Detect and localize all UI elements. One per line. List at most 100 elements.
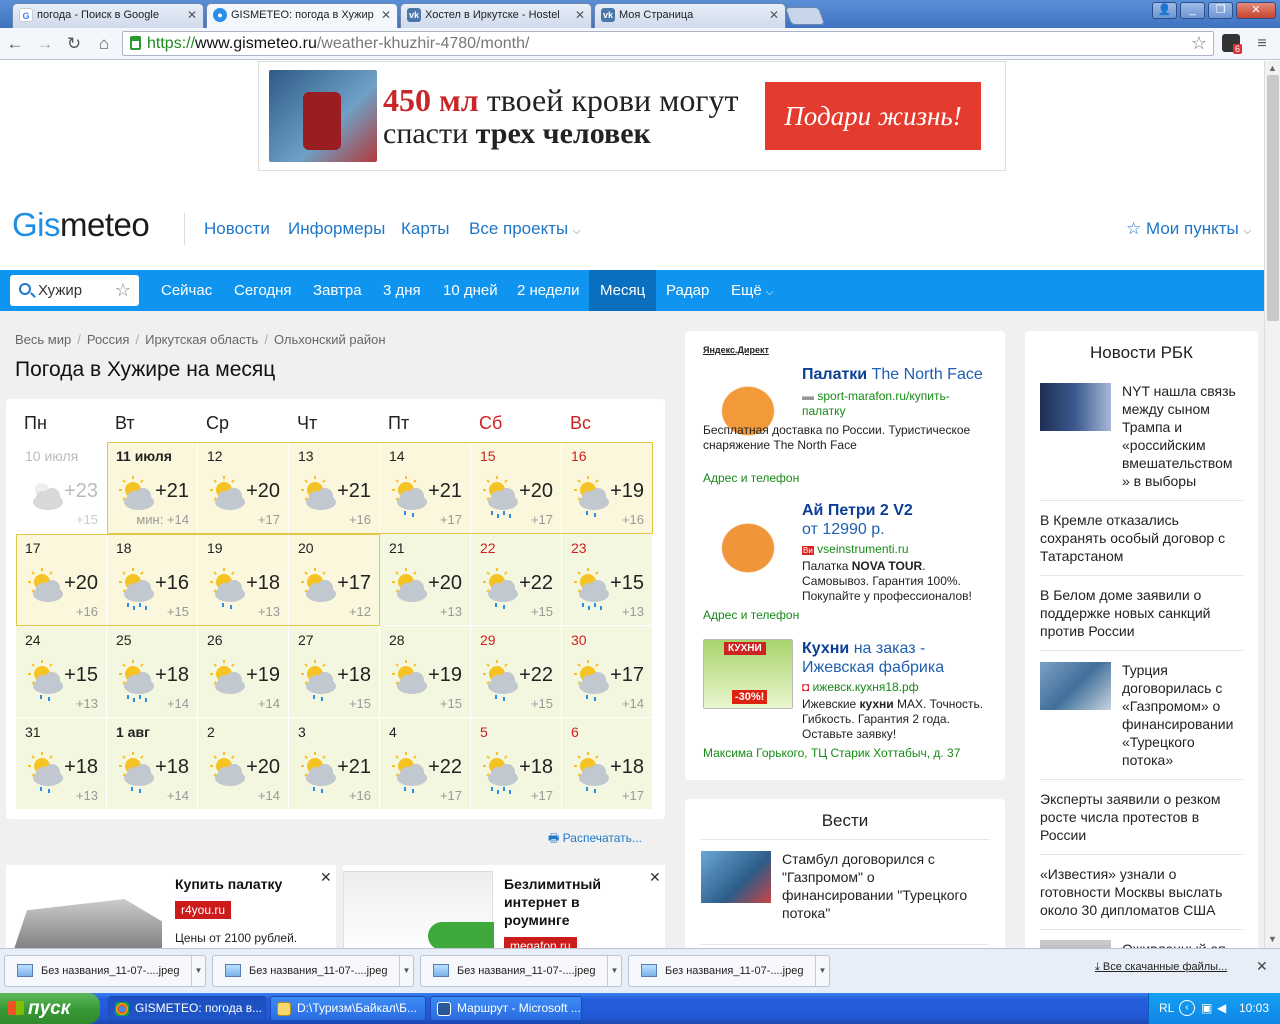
ad-megafon-url[interactable]: megafon.ru xyxy=(504,937,577,948)
ad-tent-url[interactable]: r4you.ru xyxy=(175,901,232,919)
breadcrumb-olkhon-district[interactable]: Ольхонский район xyxy=(274,332,386,347)
city-search-input[interactable]: Хужир ☆ xyxy=(10,275,139,306)
nav-2-weeks[interactable]: 2 недели xyxy=(517,270,580,311)
day-cell[interactable]: 22 +22 +15 xyxy=(471,534,562,626)
day-cell[interactable]: 1 авг +18 +14 xyxy=(107,718,198,810)
rbk-news-item[interactable]: В Белом доме заявили о поддержке новых с… xyxy=(1040,586,1245,640)
day-cell[interactable]: 10 июля +23 +15 xyxy=(16,442,107,534)
day-cell[interactable]: 17 +20 +16 xyxy=(16,534,107,626)
tab-google-search[interactable]: G погода - Поиск в Google ✕ xyxy=(12,3,204,28)
show-all-downloads-link[interactable]: ⤓ Все скачанные файлы... xyxy=(1095,961,1227,974)
close-window-button[interactable]: ✕ xyxy=(1236,2,1276,19)
day-cell[interactable]: 24 +15 +13 xyxy=(16,626,107,718)
network-icon[interactable]: ▣ xyxy=(1201,993,1212,1024)
day-cell[interactable]: 6 +18 +17 xyxy=(562,718,653,810)
nav-3-days[interactable]: 3 дня xyxy=(383,270,421,311)
new-tab-button[interactable] xyxy=(784,7,826,25)
day-cell[interactable]: 16 +19 +16 xyxy=(562,442,653,534)
topnav-news[interactable]: Новости xyxy=(204,219,270,239)
ad-megafon[interactable]: Безлимитный интернет в роуминге megafon.… xyxy=(343,865,665,948)
chevron-down-icon[interactable]: ▼ xyxy=(607,956,621,986)
rbk-news-item[interactable]: Оживленный оп... xyxy=(1122,940,1244,948)
tab-gismeteo[interactable]: ● GISMETEO: погода в Хужир ✕ xyxy=(206,3,398,28)
nav-10-days[interactable]: 10 дней xyxy=(443,270,498,311)
chevron-left-icon[interactable]: ‹ xyxy=(1179,1000,1195,1016)
rbk-news-item[interactable]: Турция договорилась с «Газпромом» о фина… xyxy=(1122,661,1244,769)
back-icon[interactable]: ← xyxy=(4,33,26,55)
reload-icon[interactable]: ↻ xyxy=(63,33,85,55)
scroll-down-icon[interactable]: ▼ xyxy=(1268,934,1277,944)
direct-ad-url[interactable]: Bи vseinstrumenti.ru xyxy=(802,542,909,556)
breadcrumb-russia[interactable]: Россия xyxy=(87,332,130,347)
clock[interactable]: 10:03 xyxy=(1239,993,1269,1024)
ad-tent-title[interactable]: Купить палатку xyxy=(175,875,282,893)
scroll-up-icon[interactable]: ▲ xyxy=(1268,63,1277,73)
bookmark-star-icon[interactable]: ☆ xyxy=(1191,32,1207,55)
volume-icon[interactable]: ◀ xyxy=(1217,993,1226,1024)
rbk-news-item[interactable]: В Кремле отказались сохранять особый дог… xyxy=(1040,511,1245,565)
download-item[interactable]: Без названия_11-07-....jpeg ▼ xyxy=(628,955,830,987)
favorite-star-icon[interactable]: ☆ xyxy=(115,275,131,306)
day-cell[interactable]: 14 +21 +17 xyxy=(380,442,471,534)
ad-banner-blood-donation[interactable]: 450 мл твоей крови могут спасти трех чел… xyxy=(258,61,1006,171)
direct-ad-address[interactable]: Максима Горького, ТЦ Старик Хоттабыч, д.… xyxy=(703,746,960,760)
download-item[interactable]: Без названия_11-07-....jpeg ▼ xyxy=(4,955,206,987)
language-indicator[interactable]: RL xyxy=(1159,993,1174,1024)
direct-ad-address[interactable]: Адрес и телефон xyxy=(703,471,799,485)
chevron-down-icon[interactable]: ▼ xyxy=(399,956,413,986)
start-button[interactable]: пуск xyxy=(0,993,100,1024)
download-item[interactable]: Без названия_11-07-....jpeg ▼ xyxy=(420,955,622,987)
breadcrumb-irkutsk-region[interactable]: Иркутская область xyxy=(145,332,258,347)
day-cell[interactable]: 31 +18 +13 xyxy=(16,718,107,810)
day-cell[interactable]: 21 +20 +13 xyxy=(380,534,471,626)
day-cell[interactable]: 26 +19 +14 xyxy=(198,626,289,718)
nav-month[interactable]: Месяц xyxy=(589,270,657,311)
extension-icon[interactable]: 6 xyxy=(1222,34,1243,54)
topnav-informers[interactable]: Информеры xyxy=(288,219,385,239)
chevron-down-icon[interactable]: ▼ xyxy=(815,956,829,986)
direct-ad-address[interactable]: Адрес и телефон xyxy=(703,608,799,622)
forward-icon[interactable]: → xyxy=(34,33,56,55)
menu-icon[interactable]: ≡ xyxy=(1251,33,1273,55)
day-cell[interactable]: 25 +18 +14 xyxy=(107,626,198,718)
vesti-news-item[interactable]: Стамбул договорился с "Газпромом" о фина… xyxy=(782,850,982,922)
close-icon[interactable]: ✕ xyxy=(320,869,332,886)
tab-hostel[interactable]: vk Хостел в Иркутске - Hostel ✕ xyxy=(400,3,592,28)
day-cell[interactable]: 29 +22 +15 xyxy=(471,626,562,718)
scrollbar-thumb[interactable] xyxy=(1267,75,1279,321)
day-cell[interactable]: 5 +18 +17 xyxy=(471,718,562,810)
banner-cta[interactable]: Подари жизнь! xyxy=(765,82,981,150)
ad-megafon-title[interactable]: Безлимитный интернет в роуминге xyxy=(504,875,629,929)
download-item[interactable]: Без названия_11-07-....jpeg ▼ xyxy=(212,955,414,987)
day-cell[interactable]: 27 +18 +15 xyxy=(289,626,380,718)
topnav-all-projects[interactable]: Все проекты ⌵ xyxy=(469,219,581,239)
taskbar-explorer[interactable]: D:\Туризм\Байкал\Б... xyxy=(270,996,426,1021)
minimize-button[interactable]: _ xyxy=(1180,2,1205,19)
day-cell[interactable]: 23 +15 +13 xyxy=(562,534,653,626)
tab-close-icon[interactable]: ✕ xyxy=(575,4,585,26)
day-cell[interactable]: 12 +20 +17 xyxy=(198,442,289,534)
close-icon[interactable]: ✕ xyxy=(649,869,661,886)
chevron-down-icon[interactable]: ▼ xyxy=(191,956,205,986)
topnav-maps[interactable]: Карты xyxy=(401,219,449,239)
home-icon[interactable]: ⌂ xyxy=(93,33,115,55)
tab-my-page[interactable]: vk Моя Страница ✕ xyxy=(594,3,786,28)
rbk-news-item[interactable]: Эксперты заявили о резком росте числа пр… xyxy=(1040,790,1245,844)
day-cell[interactable]: 4 +22 +17 xyxy=(380,718,471,810)
taskbar-word[interactable]: Маршрут - Microsoft ... xyxy=(430,996,582,1021)
direct-ad-url[interactable]: ▬ sport-marafon.ru/купить-палатку xyxy=(802,389,982,419)
taskbar-chrome[interactable]: GISMETEO: погода в... xyxy=(108,996,266,1021)
close-icon[interactable]: ✕ xyxy=(1256,958,1268,975)
tab-close-icon[interactable]: ✕ xyxy=(187,4,197,26)
profile-icon[interactable]: 👤 xyxy=(1152,2,1177,19)
ad-tent[interactable]: Купить палатку r4you.ru Цены от 2100 руб… xyxy=(6,865,336,948)
page-scrollbar[interactable]: ▲ ▼ xyxy=(1264,61,1280,948)
maximize-button[interactable]: ❐ xyxy=(1208,2,1233,19)
direct-ad-url[interactable]: ◘ ижевск.кухня18.рф xyxy=(802,680,919,694)
nav-today[interactable]: Сегодня xyxy=(234,270,292,311)
nav-more[interactable]: Ещё ⌵ xyxy=(731,270,773,311)
yandex-direct-label[interactable]: Яндекс.Директ xyxy=(703,345,769,355)
day-cell[interactable]: 13 +21 +16 xyxy=(289,442,380,534)
day-cell[interactable]: 11 июля +21 мин: +14 xyxy=(107,442,198,534)
day-cell[interactable]: 30 +17 +14 xyxy=(562,626,653,718)
